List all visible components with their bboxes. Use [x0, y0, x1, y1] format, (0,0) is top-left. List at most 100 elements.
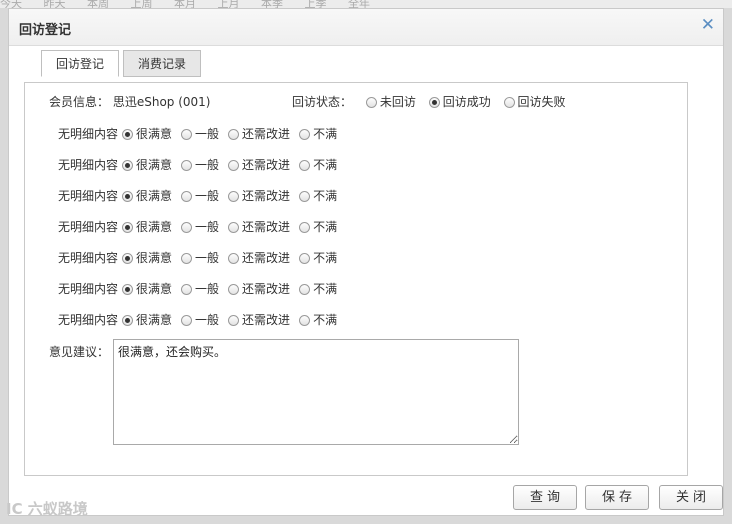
rating-option[interactable]: 不满: [299, 249, 337, 267]
rating-radio[interactable]: [181, 253, 193, 264]
rating-option[interactable]: 很满意: [122, 125, 172, 143]
rating-row: 无明细内容 很满意 一般 还需改进 不满: [58, 187, 346, 205]
rating-option-label: 不满: [313, 189, 338, 203]
rating-option-label: 不满: [313, 158, 338, 172]
close-button[interactable]: 关闭: [659, 485, 723, 510]
rating-radio[interactable]: [181, 129, 193, 140]
rating-radio[interactable]: [122, 253, 134, 264]
visit-status-label: 回访状态：: [292, 95, 353, 109]
rating-radio[interactable]: [228, 222, 240, 233]
bg-tab: 上月: [217, 0, 240, 8]
suggestion-label-row: 意见建议：: [49, 343, 109, 361]
rating-radio[interactable]: [122, 129, 134, 140]
rating-radio[interactable]: [122, 222, 134, 233]
rating-option-label: 一般: [195, 127, 220, 141]
rating-radio[interactable]: [299, 160, 311, 171]
rating-option[interactable]: 很满意: [122, 187, 172, 205]
rating-option[interactable]: 一般: [181, 156, 219, 174]
rating-option-label: 不满: [313, 251, 338, 265]
rating-option[interactable]: 一般: [181, 280, 219, 298]
rating-option-label: 很满意: [136, 220, 173, 234]
rating-option[interactable]: 一般: [181, 125, 219, 143]
member-info-row: 会员信息： 思迅eShop (001): [49, 93, 211, 111]
rating-radio[interactable]: [181, 160, 193, 171]
rating-radio[interactable]: [228, 284, 240, 295]
detail-label: 无明细内容: [58, 282, 119, 296]
tab-visit-registration[interactable]: 回访登记: [41, 50, 119, 77]
rating-option[interactable]: 一般: [181, 187, 219, 205]
rating-radio[interactable]: [299, 315, 311, 326]
rating-option[interactable]: 一般: [181, 249, 219, 267]
rating-radio[interactable]: [299, 191, 311, 202]
rating-option[interactable]: 还需改进: [228, 311, 290, 329]
rating-option[interactable]: 很满意: [122, 218, 172, 236]
status-option[interactable]: 未回访: [365, 93, 416, 111]
close-icon[interactable]: ✕: [701, 16, 715, 34]
rating-option-label: 一般: [195, 313, 220, 327]
rating-option[interactable]: 还需改进: [228, 218, 290, 236]
rating-radio[interactable]: [181, 222, 193, 233]
rating-option[interactable]: 不满: [299, 125, 337, 143]
rating-option-label: 很满意: [136, 189, 173, 203]
rating-radio[interactable]: [181, 284, 193, 295]
watermark: IC 六蚁路境: [6, 500, 88, 518]
detail-label: 无明细内容: [58, 251, 119, 265]
detail-label: 无明细内容: [58, 189, 119, 203]
rating-row: 无明细内容 很满意 一般 还需改进 不满: [58, 218, 346, 236]
rating-radio[interactable]: [122, 160, 134, 171]
rating-option[interactable]: 不满: [299, 218, 337, 236]
query-button[interactable]: 查询: [513, 485, 577, 510]
rating-radio[interactable]: [228, 315, 240, 326]
rating-radio[interactable]: [122, 315, 134, 326]
rating-radio[interactable]: [122, 191, 134, 202]
rating-option-label: 一般: [195, 220, 220, 234]
rating-option[interactable]: 一般: [181, 311, 219, 329]
rating-option[interactable]: 还需改进: [228, 280, 290, 298]
suggestion-textarea[interactable]: 很满意，还会购买。: [113, 339, 519, 445]
rating-option[interactable]: 不满: [299, 156, 337, 174]
suggestion-label: 意见建议：: [49, 345, 110, 359]
dialog-titlebar: 回访登记 ✕: [9, 9, 723, 46]
tab-consumption-records[interactable]: 消费记录: [123, 50, 201, 77]
save-button[interactable]: 保存: [585, 485, 649, 510]
rating-option[interactable]: 还需改进: [228, 125, 290, 143]
rating-option-label: 一般: [195, 158, 220, 172]
rating-radio[interactable]: [122, 284, 134, 295]
rating-option[interactable]: 一般: [181, 218, 219, 236]
bg-tab: 今天: [0, 0, 22, 8]
rating-option-label: 一般: [195, 251, 220, 265]
rating-option[interactable]: 很满意: [122, 280, 172, 298]
rating-option[interactable]: 很满意: [122, 311, 172, 329]
rating-option[interactable]: 不满: [299, 311, 337, 329]
rating-option-label: 不满: [313, 282, 338, 296]
status-radio[interactable]: [503, 97, 515, 108]
rating-option-label: 还需改进: [242, 220, 291, 234]
rating-option-label: 还需改进: [242, 313, 291, 327]
status-option[interactable]: 回访失败: [503, 93, 566, 111]
rating-radio[interactable]: [181, 315, 193, 326]
rating-option[interactable]: 不满: [299, 187, 337, 205]
rating-radio[interactable]: [299, 253, 311, 264]
bg-tab: 上周: [130, 0, 153, 8]
rating-option[interactable]: 很满意: [122, 249, 172, 267]
rating-option-label: 还需改进: [242, 189, 291, 203]
bg-tab: 上季: [304, 0, 327, 8]
rating-option[interactable]: 不满: [299, 280, 337, 298]
rating-option[interactable]: 很满意: [122, 156, 172, 174]
rating-radio[interactable]: [181, 191, 193, 202]
rating-option[interactable]: 还需改进: [228, 187, 290, 205]
rating-radio[interactable]: [228, 191, 240, 202]
status-radio[interactable]: [428, 97, 440, 108]
rating-radio[interactable]: [228, 129, 240, 140]
rating-radio[interactable]: [299, 284, 311, 295]
rating-option[interactable]: 还需改进: [228, 156, 290, 174]
status-option[interactable]: 回访成功: [428, 93, 491, 111]
rating-row: 无明细内容 很满意 一般 还需改进 不满: [58, 280, 346, 298]
rating-radio[interactable]: [299, 129, 311, 140]
rating-radio[interactable]: [299, 222, 311, 233]
background-period-tabs: 今天 昨天 本周 上周 本月 上月 本季 上季 全年: [0, 0, 732, 8]
rating-option[interactable]: 还需改进: [228, 249, 290, 267]
rating-radio[interactable]: [228, 160, 240, 171]
status-radio[interactable]: [365, 97, 377, 108]
rating-radio[interactable]: [228, 253, 240, 264]
